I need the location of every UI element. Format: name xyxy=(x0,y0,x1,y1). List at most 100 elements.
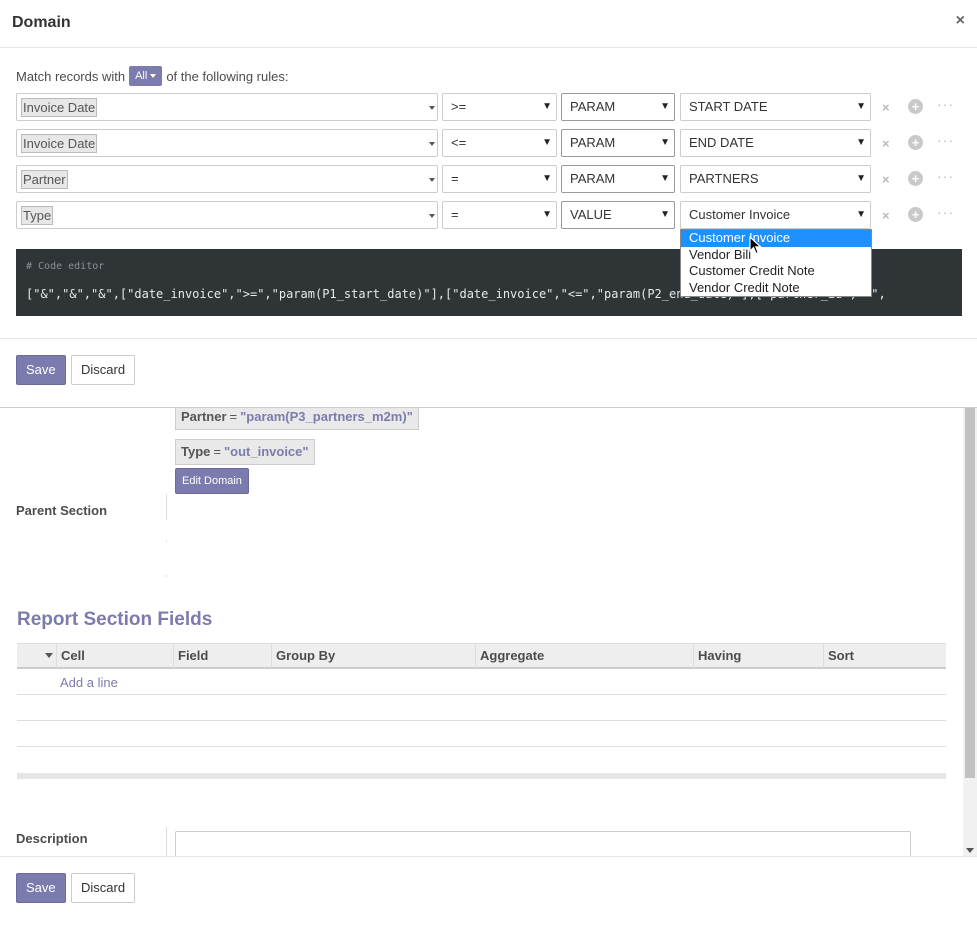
rule-field-chip: Invoice Date xyxy=(21,134,98,153)
caret-down-icon xyxy=(150,74,157,79)
rule-type-value: PARAM xyxy=(570,135,616,150)
caret-down-icon xyxy=(429,214,435,218)
caret-down-icon: ▼ xyxy=(856,137,866,148)
rule-actions: × + ··· xyxy=(882,129,962,157)
table-footer xyxy=(17,773,946,779)
dropdown-option[interactable]: Customer Credit Note xyxy=(681,263,871,280)
delete-rule-icon[interactable]: × xyxy=(882,100,890,115)
value-dropdown-list[interactable]: Customer Invoice Vendor Bill Customer Cr… xyxy=(680,229,872,297)
rule-value-select[interactable]: START DATE ▼ xyxy=(680,93,871,121)
caret-down-icon: ▼ xyxy=(856,209,866,220)
column-header-group-by[interactable]: Group By xyxy=(271,644,475,668)
delete-rule-icon[interactable]: × xyxy=(882,136,890,151)
sort-toggle-icon[interactable] xyxy=(45,653,53,658)
section-title: Report Section Fields xyxy=(17,609,213,630)
rule-actions: × + ··· xyxy=(882,165,962,193)
domain-chip-value: "out_invoice" xyxy=(223,444,309,459)
domain-chip-value: "param(P3_partners_m2m)" xyxy=(240,409,413,424)
code-editor-comment: # Code editor xyxy=(26,261,105,272)
rule-operator-select[interactable]: >= ▼ xyxy=(442,93,557,121)
dropdown-option[interactable]: Vendor Credit Note xyxy=(681,280,871,297)
rule-field-selector[interactable]: Type xyxy=(16,201,438,229)
scroll-down-icon[interactable] xyxy=(966,848,974,853)
edit-domain-button[interactable]: Edit Domain xyxy=(175,468,249,494)
rule-operator-select[interactable]: = ▼ xyxy=(442,165,557,193)
caret-down-icon xyxy=(429,106,435,110)
rule-type-value: PARAM xyxy=(570,99,616,114)
scrollbar-thumb[interactable] xyxy=(965,408,975,778)
add-line-link[interactable]: Add a line xyxy=(60,675,118,690)
more-options-icon[interactable]: ··· xyxy=(937,96,954,112)
caret-down-icon: ▼ xyxy=(542,173,552,184)
discard-button[interactable]: Discard xyxy=(71,873,136,903)
more-options-icon[interactable]: ··· xyxy=(937,168,954,184)
rule-value-value: PARTNERS xyxy=(689,171,759,186)
caret-down-icon xyxy=(429,178,435,182)
domain-chip: Partner = "param(P3_partners_m2m)" xyxy=(175,408,419,430)
caret-down-icon: ▼ xyxy=(542,101,552,112)
table-header: Cell Field Group By Aggregate Having Sor… xyxy=(17,643,946,669)
add-rule-icon[interactable]: + xyxy=(908,171,923,186)
add-rule-icon[interactable]: + xyxy=(908,99,923,114)
add-rule-icon[interactable]: + xyxy=(908,135,923,150)
delete-rule-icon[interactable]: × xyxy=(882,208,890,223)
domain-chip-operator: = xyxy=(229,409,238,424)
rule-value-value: Customer Invoice xyxy=(689,207,791,222)
column-header-cell[interactable]: Cell xyxy=(56,644,173,668)
rule-type-select[interactable]: PARAM ▼ xyxy=(561,129,675,157)
field-separator xyxy=(166,494,167,520)
report-section-form: Partner = "param(P3_partners_m2m)" Type = "o… xyxy=(0,408,977,856)
column-header-aggregate[interactable]: Aggregate xyxy=(475,644,693,668)
table-row: Add a line xyxy=(17,669,946,695)
save-button[interactable]: Save xyxy=(16,355,66,385)
description-field[interactable] xyxy=(175,831,911,856)
add-rule-icon[interactable]: + xyxy=(908,207,923,222)
table-row xyxy=(17,695,946,721)
match-line: Match records with All of the following … xyxy=(16,64,288,88)
match-mode-dropdown[interactable]: All xyxy=(129,66,163,86)
column-header-sort[interactable]: Sort xyxy=(823,644,946,668)
discard-button[interactable]: Discard xyxy=(71,355,136,385)
rule-type-select[interactable]: PARAM ▼ xyxy=(561,165,675,193)
caret-down-icon: ▼ xyxy=(856,173,866,184)
rule-actions: × + ··· xyxy=(882,93,962,121)
rule-field-selector[interactable]: Invoice Date xyxy=(16,93,438,121)
column-header-field[interactable]: Field xyxy=(173,644,271,668)
rule-type-select[interactable]: PARAM ▼ xyxy=(561,93,675,121)
caret-down-icon: ▼ xyxy=(660,209,670,220)
caret-down-icon: ▼ xyxy=(660,173,670,184)
caret-down-icon: ▼ xyxy=(542,137,552,148)
parent-section-label: Parent Section xyxy=(16,503,108,518)
column-header-having[interactable]: Having xyxy=(693,644,823,668)
rule-field-selector[interactable]: Partner xyxy=(16,165,438,193)
field-separator xyxy=(166,540,167,542)
save-button[interactable]: Save xyxy=(16,873,66,903)
rule-value-select[interactable]: PARTNERS ▼ xyxy=(680,165,871,193)
rule-type-value: VALUE xyxy=(570,207,612,222)
more-options-icon[interactable]: ··· xyxy=(937,132,954,148)
caret-down-icon: ▼ xyxy=(660,101,670,112)
rule-actions: × + ··· xyxy=(882,201,962,229)
rule-value-select[interactable]: Customer Invoice ▼ xyxy=(680,201,871,229)
delete-rule-icon[interactable]: × xyxy=(882,172,890,187)
rule-operator-select[interactable]: <= ▼ xyxy=(442,129,557,157)
match-mode-label: All xyxy=(135,70,148,82)
rule-type-select[interactable]: VALUE ▼ xyxy=(561,201,675,229)
table-row xyxy=(17,721,946,747)
rule-operator-value: = xyxy=(451,207,459,222)
divider xyxy=(0,338,977,339)
rule-value-value: START DATE xyxy=(689,99,768,114)
scrollbar[interactable] xyxy=(963,408,977,856)
rule-operator-select[interactable]: = ▼ xyxy=(442,201,557,229)
close-icon[interactable]: × xyxy=(956,12,965,30)
more-options-icon[interactable]: ··· xyxy=(937,204,954,220)
dropdown-option[interactable]: Customer Invoice xyxy=(681,230,871,247)
match-suffix: of the following rules: xyxy=(166,68,289,84)
rule-operator-value: >= xyxy=(451,99,467,114)
domain-chip-operator: = xyxy=(213,444,221,459)
field-separator xyxy=(166,575,167,577)
rule-operator-value: = xyxy=(451,171,459,186)
rule-value-select[interactable]: END DATE ▼ xyxy=(680,129,871,157)
dropdown-option[interactable]: Vendor Bill xyxy=(681,247,871,264)
rule-field-selector[interactable]: Invoice Date xyxy=(16,129,438,157)
